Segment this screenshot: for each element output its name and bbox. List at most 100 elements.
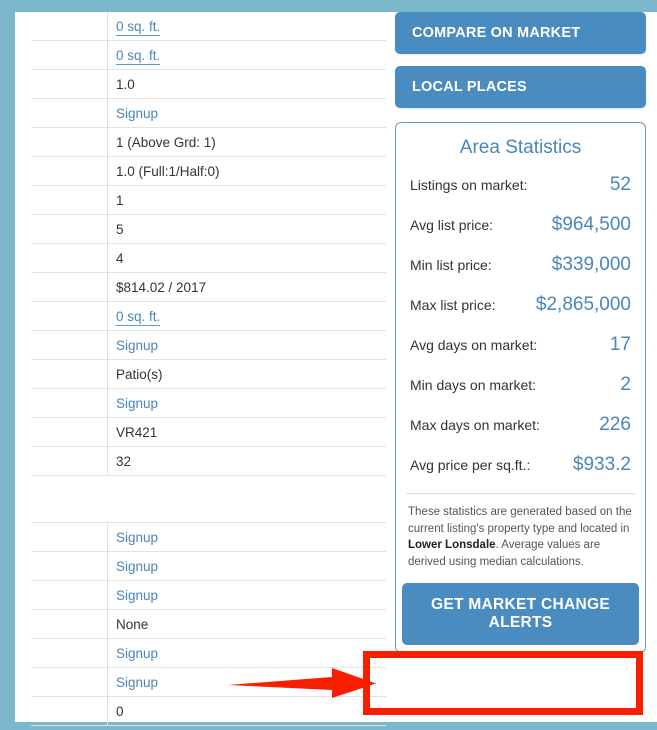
table-row: [31, 475, 386, 523]
table-row-label-cell: [31, 696, 108, 726]
table-row-label-cell: [31, 98, 108, 128]
table-row-label-cell: [31, 609, 108, 639]
table-row: 4: [31, 243, 386, 273]
table-row-label-cell: [31, 127, 108, 157]
signup-link[interactable]: Signup: [116, 675, 158, 690]
table-row-value-cell: 1: [107, 185, 386, 215]
local-places-button[interactable]: LOCAL PLACES: [395, 66, 646, 108]
area-statistic-row: Avg price per sq.ft.: $933.2: [410, 445, 631, 485]
table-row-value-cell: 0 sq. ft.: [107, 301, 386, 331]
table-row-value-cell: VR421: [107, 417, 386, 447]
table-row: 0 sq. ft.: [31, 12, 386, 41]
area-statistic-row: Min days on market: 2: [410, 365, 631, 405]
area-statistics-note: These statistics are generated based on …: [406, 493, 635, 583]
table-row-label-cell: [31, 12, 108, 41]
table-row-value-cell: Signup: [107, 551, 386, 581]
area-statistic-value: 2: [620, 374, 631, 395]
area-statistic-value: $2,865,000: [535, 294, 631, 315]
table-row: None: [31, 609, 386, 639]
table-row-label-cell: [31, 417, 108, 447]
table-row: 32: [31, 446, 386, 476]
table-row-value-cell: Signup: [107, 98, 386, 128]
table-row-label-cell: [31, 243, 108, 273]
table-row-value-cell: Signup: [107, 388, 386, 418]
table-row-value-cell: 32: [107, 446, 386, 476]
signup-link[interactable]: Signup: [116, 588, 158, 603]
table-row-label-cell: [31, 214, 108, 244]
page-frame: 0 sq. ft. 0 sq. ft. 1.0 Signup 1 (Above …: [0, 0, 657, 730]
signup-link[interactable]: Signup: [116, 338, 158, 353]
table-row: Patio(s): [31, 359, 386, 389]
table-cell-text: 1: [116, 192, 124, 208]
area-statistic-row: Avg list price: $964,500: [410, 205, 631, 245]
area-statistic-label: Avg price per sq.ft.:: [410, 457, 531, 473]
area-statistics-list: Listings on market: 52 Avg list price: $964…: [396, 165, 645, 489]
table-row-label-cell: [31, 475, 108, 523]
sqft-link[interactable]: 0 sq. ft.: [116, 47, 161, 65]
table-row-label-cell: [31, 272, 108, 302]
table-row-label-cell: [31, 638, 108, 668]
area-statistic-row: Avg days on market: 17: [410, 325, 631, 365]
signup-link[interactable]: Signup: [116, 396, 158, 411]
table-cell-text: $814.02 / 2017: [116, 279, 207, 295]
table-row: 5: [31, 214, 386, 244]
table-row-label-cell: [31, 185, 108, 215]
table-row: 1 (Above Grd: 1): [31, 127, 386, 157]
area-statistic-label: Max list price:: [410, 297, 496, 313]
table-row-value-cell: 1 (Above Grd: 1): [107, 127, 386, 157]
table-row: Signup: [31, 551, 386, 581]
area-statistic-label: Min list price:: [410, 257, 492, 273]
table-row-value-cell: None: [107, 609, 386, 639]
table-row-label-cell: [31, 359, 108, 389]
table-cell-text: None: [116, 616, 149, 632]
get-alerts-button-wrapper: GET MARKET CHANGE ALERTS: [396, 582, 645, 652]
sqft-link[interactable]: 0 sq. ft.: [116, 18, 161, 36]
table-row-value-cell: Signup: [107, 638, 386, 668]
table-row-label-cell: [31, 551, 108, 581]
table-row-value-cell: 0 sq. ft.: [107, 12, 386, 41]
table-row-label-cell: [31, 580, 108, 610]
table-row-value-cell: 4: [107, 243, 386, 273]
table-cell-text: 5: [116, 221, 124, 237]
table-row: Signup: [31, 667, 386, 697]
area-statistic-value: $339,000: [551, 254, 631, 275]
table-cell-text: 4: [116, 250, 124, 266]
area-statistic-label: Avg list price:: [410, 217, 493, 233]
table-row: 1.0: [31, 69, 386, 99]
table-row-value-cell: [107, 475, 386, 523]
table-cell-text: 1.0 (Full:1/Half:0): [116, 163, 220, 179]
area-statistic-value: 17: [609, 334, 631, 355]
signup-link[interactable]: Signup: [116, 106, 158, 121]
table-row-value-cell: 5: [107, 214, 386, 244]
get-market-change-alerts-button[interactable]: GET MARKET CHANGE ALERTS: [402, 582, 639, 645]
area-statistic-value: $933.2: [572, 454, 631, 475]
table-row-label-cell: [31, 330, 108, 360]
signup-link[interactable]: Signup: [116, 646, 158, 661]
table-row-label-cell: [31, 388, 108, 418]
area-statistic-value: 52: [609, 174, 631, 195]
area-statistic-row: Max days on market: 226: [410, 405, 631, 445]
table-row-value-cell: Signup: [107, 522, 386, 552]
table-row: Signup: [31, 580, 386, 610]
table-row-value-cell: 0: [107, 696, 386, 726]
table-row: 1.0 (Full:1/Half:0): [31, 156, 386, 186]
property-details-body: 0 sq. ft. 0 sq. ft. 1.0 Signup 1 (Above …: [31, 12, 386, 726]
area-statistic-label: Avg days on market:: [410, 337, 538, 353]
area-statistic-label: Listings on market:: [410, 177, 528, 193]
table-row-label-cell: [31, 40, 108, 70]
table-cell-text: 0: [116, 703, 124, 719]
table-row-value-cell: 1.0 (Full:1/Half:0): [107, 156, 386, 186]
table-cell-text: VR421: [116, 424, 158, 440]
table-row-value-cell: Signup: [107, 580, 386, 610]
sqft-link[interactable]: 0 sq. ft.: [116, 308, 161, 326]
table-row-value-cell: $814.02 / 2017: [107, 272, 386, 302]
table-cell-text: 1.0: [116, 76, 135, 92]
compare-on-market-button[interactable]: COMPARE ON MARKET: [395, 12, 646, 54]
table-row-label-cell: [31, 301, 108, 331]
signup-link[interactable]: Signup: [116, 530, 158, 545]
table-row-value-cell: 1.0: [107, 69, 386, 99]
table-row: Signup: [31, 330, 386, 360]
table-row-value-cell: Signup: [107, 667, 386, 697]
signup-link[interactable]: Signup: [116, 559, 158, 574]
sidebar: COMPARE ON MARKET LOCAL PLACES Area Stat…: [395, 12, 646, 653]
